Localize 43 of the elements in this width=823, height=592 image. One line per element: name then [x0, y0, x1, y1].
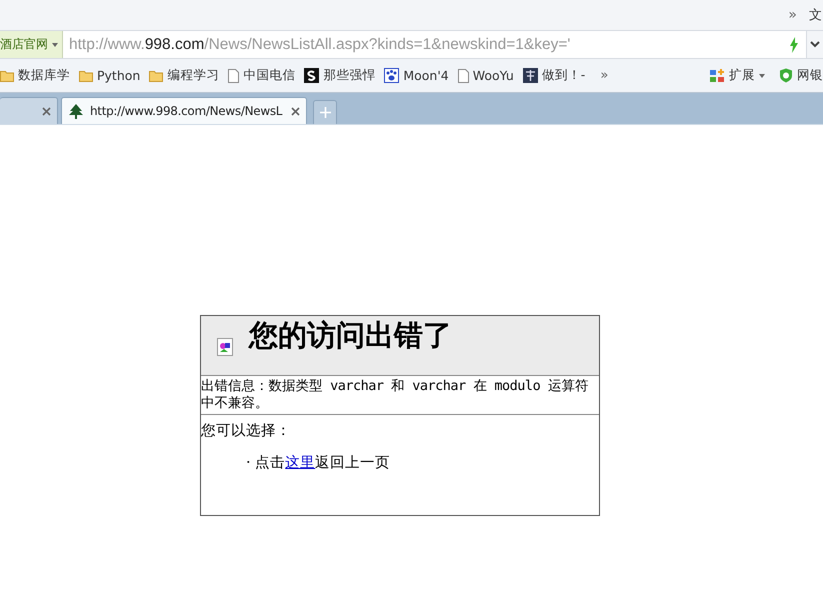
bookmark-link[interactable]: 做到！- — [542, 67, 586, 84]
bookmark-link[interactable]: 那些强悍 — [323, 67, 376, 84]
browser-tab[interactable] — [0, 97, 58, 124]
page-icon — [228, 68, 240, 82]
bookmark-link[interactable]: 数据库学 — [18, 67, 70, 84]
logo-icon — [522, 68, 538, 83]
folder-icon — [149, 70, 164, 82]
bookmark-link[interactable]: WooYu — [472, 68, 514, 83]
error-title: 您的访问出错了 — [249, 318, 452, 352]
back-link[interactable]: 这里 — [285, 455, 316, 471]
caret-icon[interactable] — [759, 74, 765, 78]
options-label: 您可以选择： — [201, 422, 292, 440]
toolbar-button[interactable]: 网银 — [797, 67, 823, 84]
folder-icon — [0, 70, 14, 82]
close-icon[interactable] — [42, 106, 51, 116]
address-field[interactable]: http://www.998.com/News/NewsListAll.aspx?kinds=1&newskind=1&key=' — [63, 31, 782, 58]
bookmark-link[interactable]: Moon'4 — [403, 68, 449, 83]
more-bookmarks-button[interactable]: » — [600, 68, 608, 83]
folder-icon — [79, 70, 93, 82]
error-message: 出错信息：数据类型 varchar 和 varchar 在 modulo 运算符中不兼容。 — [201, 376, 599, 415]
site-dropdown[interactable]: 酒店官网 — [0, 31, 63, 58]
paw-icon — [384, 68, 400, 83]
bookmark-link[interactable]: 中国电信 — [243, 67, 296, 84]
tree-icon — [68, 104, 84, 118]
new-tab-button[interactable] — [313, 100, 337, 124]
menu-label[interactable]: 文 — [809, 6, 823, 24]
s-logo-icon — [304, 68, 320, 83]
browser-tab[interactable]: http://www.998.com/News/NewsL — [61, 97, 307, 124]
tab-title: http://www.998.com/News/NewsL — [90, 104, 284, 118]
extensions-icon — [710, 68, 725, 82]
bookmark-link[interactable]: 编程学习 — [167, 67, 220, 84]
close-icon[interactable] — [291, 106, 300, 116]
caret-icon — [52, 42, 58, 46]
bookmark-link[interactable]: Python — [97, 68, 140, 83]
plus-icon — [320, 107, 330, 118]
shield-icon — [779, 68, 793, 83]
broken-image-icon — [217, 338, 233, 356]
toolbar-button[interactable]: 扩展 — [729, 67, 755, 84]
chevron-down-icon[interactable] — [810, 41, 820, 48]
back-option: · 点击这里返回上一页 — [246, 453, 599, 472]
page-icon — [458, 68, 469, 82]
more-button[interactable]: » — [788, 7, 797, 23]
lightning-icon[interactable] — [789, 36, 799, 52]
